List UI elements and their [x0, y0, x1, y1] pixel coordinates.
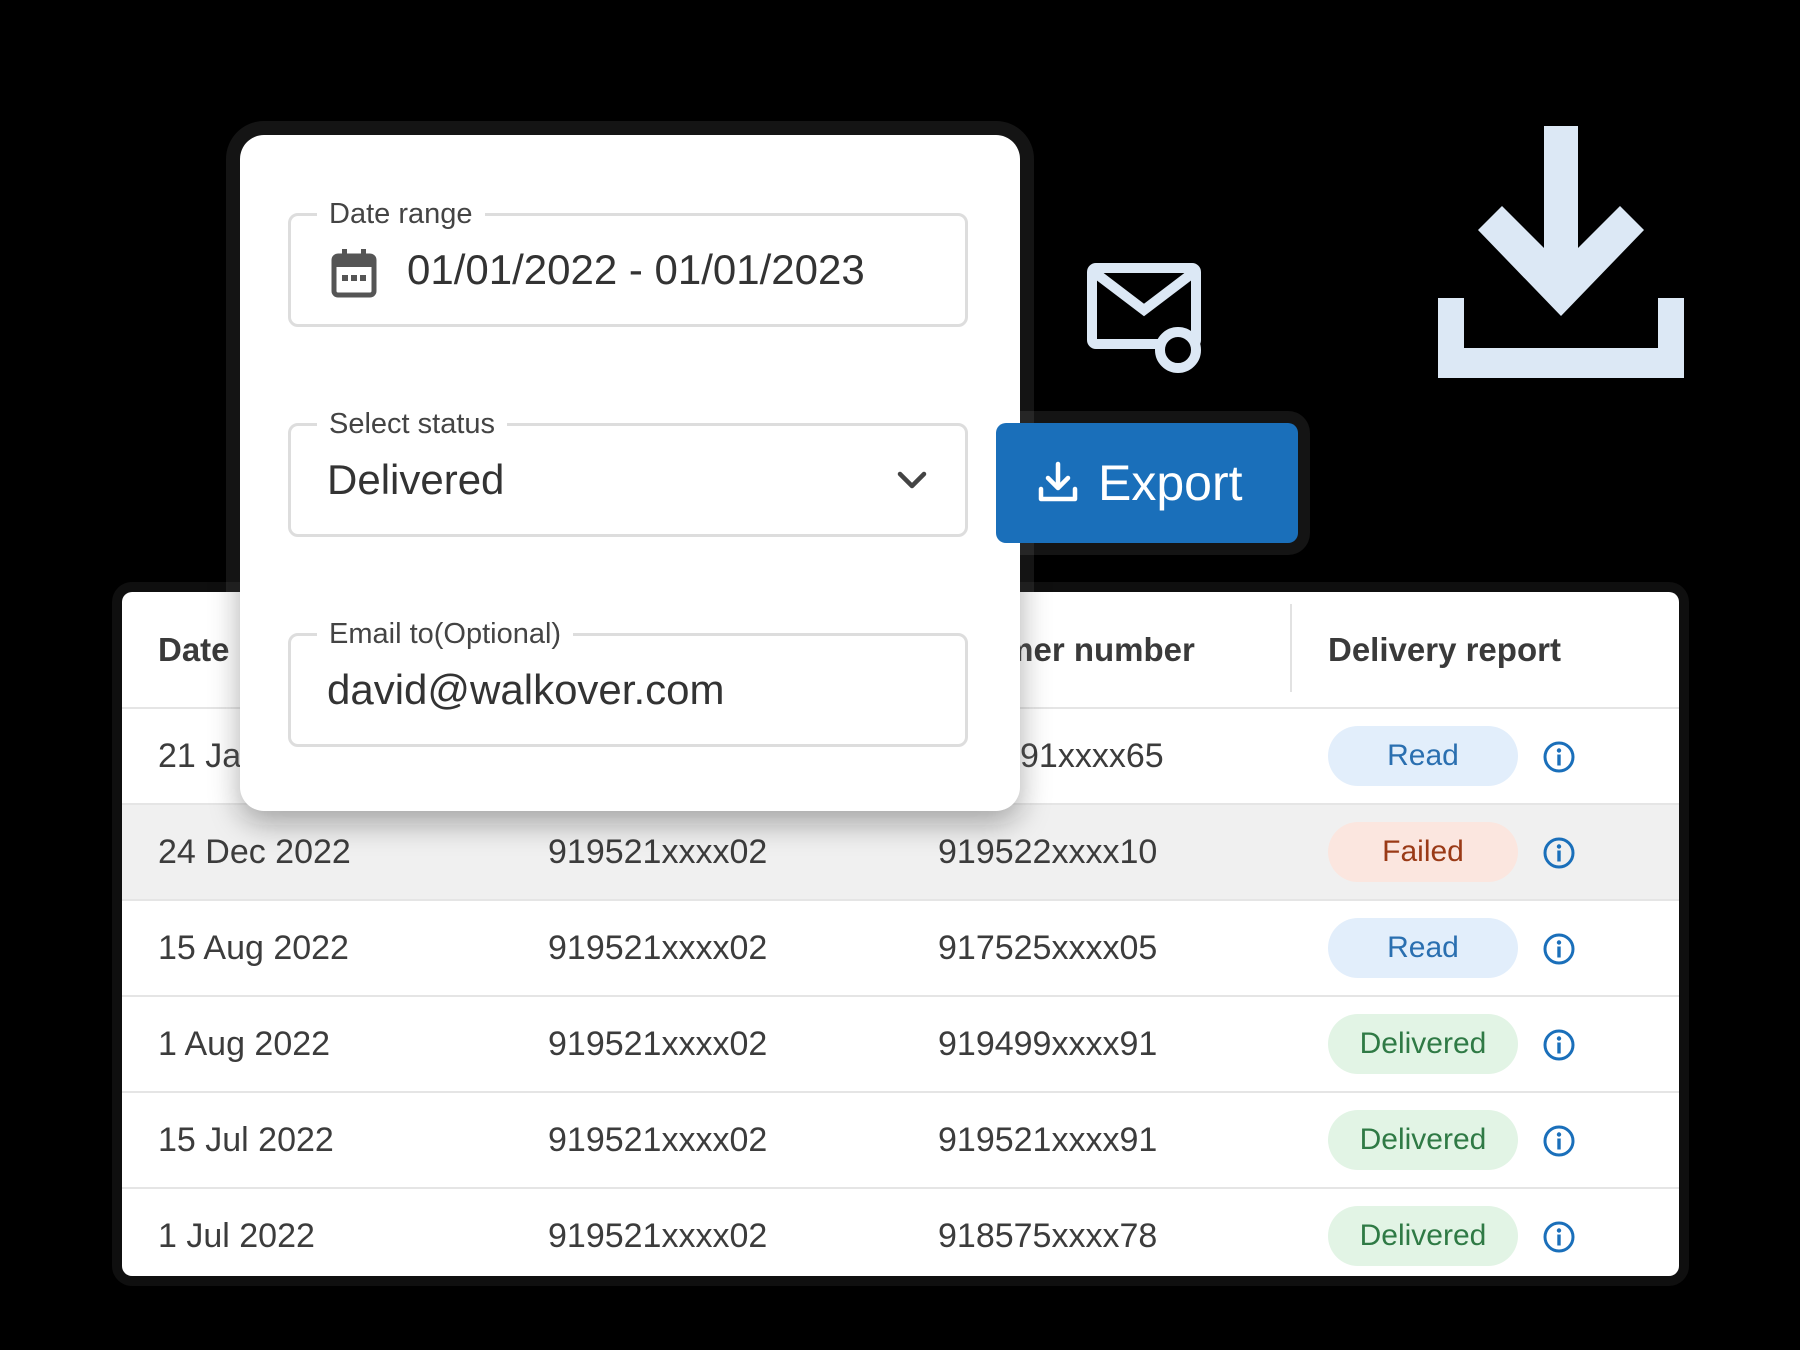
row-sender-number: 919521xxxx02: [548, 1217, 768, 1255]
row-sender-number: 919521xxxx02: [548, 929, 768, 967]
row-sender-number: 919521xxxx02: [548, 1121, 768, 1159]
row-sender-number: 919521xxxx02: [548, 1025, 768, 1063]
row-date: 21 Ja: [158, 737, 242, 775]
email-field[interactable]: Email to(Optional) david@walkover.com: [288, 616, 968, 747]
row-customer-number: 919522xxxx10: [938, 833, 1158, 871]
date-range-field[interactable]: Date range 01/01/2022 - 01/01/2023: [288, 196, 968, 327]
status-badge: Delivered: [1328, 1206, 1518, 1266]
info-icon[interactable]: [1542, 836, 1576, 870]
chevron-down-icon[interactable]: [895, 466, 929, 494]
export-filter-dialog: Date range 01/01/2022 - 01/01/2023 Selec…: [240, 135, 1020, 811]
info-icon[interactable]: [1542, 1220, 1576, 1254]
export-button-label: Export: [1098, 455, 1243, 511]
row-customer-number: 919521xxxx91: [938, 1121, 1158, 1159]
status-badge: Delivered: [1328, 1110, 1518, 1170]
row-customer-number: 918575xxxx78: [938, 1217, 1158, 1255]
info-icon[interactable]: [1542, 1124, 1576, 1158]
export-button[interactable]: Export: [996, 423, 1298, 543]
row-customer-number: 919499xxxx91: [938, 1025, 1158, 1063]
info-icon[interactable]: [1542, 740, 1576, 774]
download-icon: [1438, 126, 1684, 378]
row-date: 15 Aug 2022: [158, 929, 349, 967]
info-icon[interactable]: [1542, 932, 1576, 966]
table-row[interactable]: 1 Jul 2022 919521xxxx02 918575xxxx78 Delive…: [122, 1189, 1679, 1276]
table-row[interactable]: 15 Aug 2022 919521xxxx02 917525xxxx05 Read: [122, 901, 1679, 997]
table-row[interactable]: 24 Dec 2022 919521xxxx02 919522xxxx10 Faile…: [122, 805, 1679, 901]
info-icon[interactable]: [1542, 1028, 1576, 1062]
column-divider[interactable]: [1290, 604, 1292, 692]
row-customer-number: 917525xxxx05: [938, 929, 1158, 967]
row-date: 24 Dec 2022: [158, 833, 351, 871]
status-badge: Failed: [1328, 822, 1518, 882]
header-date[interactable]: Date: [158, 592, 230, 707]
calendar-icon[interactable]: [331, 248, 377, 298]
row-customer-number: 91xxxx65: [1020, 737, 1164, 775]
download-icon: [1038, 461, 1078, 502]
status-select-value: Delivered: [327, 456, 505, 503]
header-delivery-report[interactable]: Delivery report: [1328, 592, 1561, 707]
table-row[interactable]: 1 Aug 2022 919521xxxx02 919499xxxx91 Delive…: [122, 997, 1679, 1093]
row-date: 1 Aug 2022: [158, 1025, 331, 1063]
date-range-value: 01/01/2022 - 01/01/2023: [407, 246, 865, 293]
status-select[interactable]: Select status Delivered: [288, 406, 968, 537]
row-date: 15 Jul 2022: [158, 1121, 334, 1159]
mail-link-icon: [1087, 263, 1201, 373]
row-sender-number: 919521xxxx02: [548, 833, 768, 871]
status-badge: Delivered: [1328, 1014, 1518, 1074]
row-date: 1 Jul 2022: [158, 1217, 315, 1255]
status-badge: Read: [1328, 918, 1518, 978]
table-row[interactable]: 15 Jul 2022 919521xxxx02 919521xxxx91 Deliv…: [122, 1093, 1679, 1189]
status-badge: Read: [1328, 726, 1518, 786]
email-field-value[interactable]: david@walkover.com: [327, 636, 724, 744]
